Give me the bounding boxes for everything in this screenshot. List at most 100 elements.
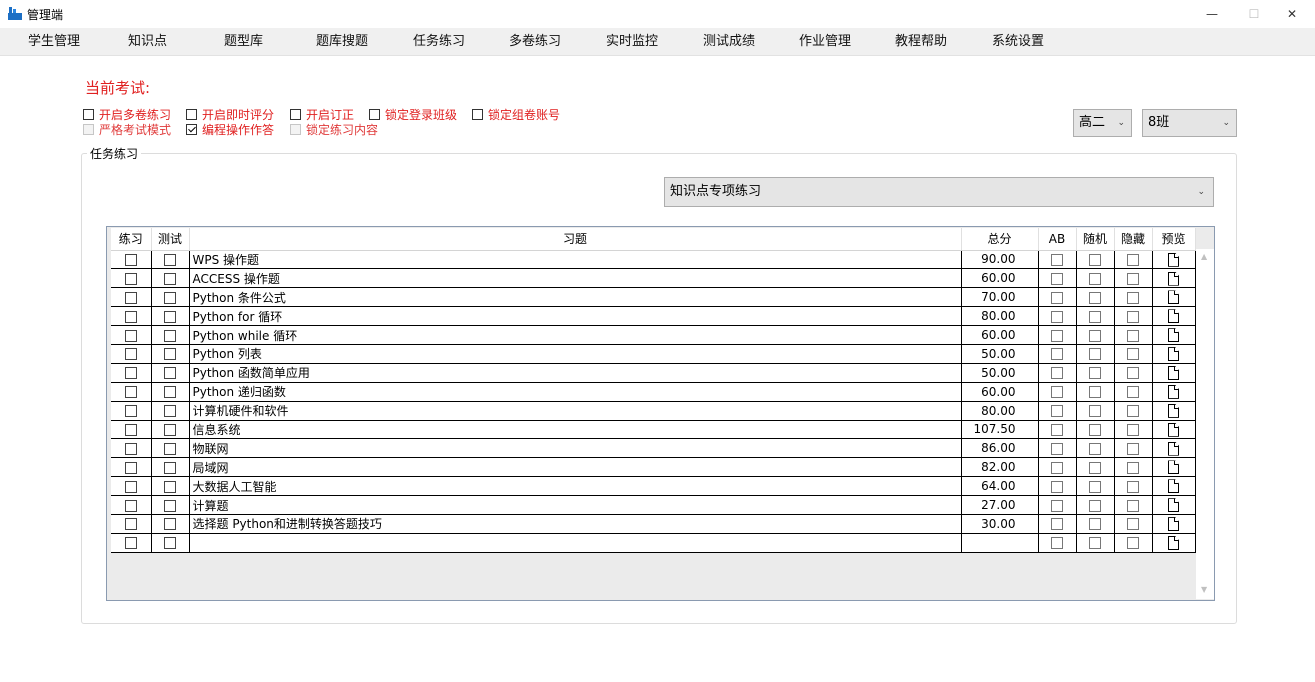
hidden-checkbox[interactable] <box>1127 405 1139 418</box>
table-row[interactable] <box>111 533 1196 553</box>
random-checkbox[interactable] <box>1089 310 1101 323</box>
practice-checkbox[interactable] <box>124 272 137 285</box>
table-row[interactable]: 大数据人工智能 64.00 <box>111 476 1196 497</box>
ab-checkbox[interactable] <box>1051 537 1063 550</box>
test-checkbox[interactable] <box>164 367 176 380</box>
random-checkbox[interactable] <box>1089 272 1101 285</box>
random-checkbox[interactable] <box>1089 329 1101 342</box>
practice-checkbox[interactable] <box>124 405 137 418</box>
random-checkbox[interactable] <box>1089 291 1101 304</box>
document-preview-icon[interactable] <box>1168 441 1179 456</box>
document-preview-icon[interactable] <box>1168 498 1179 513</box>
random-checkbox[interactable] <box>1089 253 1101 266</box>
random-checkbox[interactable] <box>1089 518 1101 531</box>
ab-checkbox[interactable] <box>1051 329 1063 342</box>
document-preview-icon[interactable] <box>1168 328 1179 343</box>
document-preview-icon[interactable] <box>1168 460 1179 475</box>
test-checkbox[interactable] <box>164 423 176 436</box>
hidden-checkbox[interactable] <box>1127 518 1139 531</box>
random-checkbox[interactable] <box>1089 386 1101 399</box>
random-checkbox[interactable] <box>1089 423 1101 436</box>
practice-checkbox[interactable] <box>124 518 137 531</box>
test-checkbox[interactable] <box>164 329 176 342</box>
random-checkbox[interactable] <box>1089 499 1101 512</box>
col-header-exercise[interactable]: 习题 <box>189 228 962 251</box>
option-checkbox[interactable] <box>83 109 94 120</box>
minimize-button[interactable]: — <box>1189 0 1235 28</box>
practice-checkbox[interactable] <box>124 480 137 493</box>
option-checkbox[interactable] <box>369 109 380 120</box>
scroll-down-icon[interactable]: ▼ <box>1201 585 1207 594</box>
practice-checkbox[interactable] <box>124 310 137 323</box>
hidden-checkbox[interactable] <box>1127 367 1139 380</box>
document-preview-icon[interactable] <box>1168 366 1179 381</box>
table-row[interactable]: 计算机硬件和软件 80.00 <box>111 401 1196 421</box>
menu-homework-management[interactable]: 作业管理 <box>799 28 851 56</box>
menu-task-practice[interactable]: 任务练习 <box>413 28 465 56</box>
test-checkbox[interactable] <box>164 480 176 493</box>
random-checkbox[interactable] <box>1089 480 1101 493</box>
random-checkbox[interactable] <box>1089 461 1101 474</box>
test-checkbox[interactable] <box>164 518 176 531</box>
table-row[interactable]: Python 函数简单应用 50.00 <box>111 363 1196 383</box>
test-checkbox[interactable] <box>164 499 176 512</box>
col-header-random[interactable]: 随机 <box>1076 228 1115 251</box>
option-multi-paper[interactable]: 开启多卷练习 <box>83 107 171 122</box>
ab-checkbox[interactable] <box>1051 253 1063 266</box>
ab-checkbox[interactable] <box>1051 272 1063 285</box>
hidden-checkbox[interactable] <box>1127 348 1139 361</box>
document-preview-icon[interactable] <box>1168 479 1179 494</box>
col-header-practice[interactable]: 练习 <box>111 228 152 251</box>
hidden-checkbox[interactable] <box>1127 329 1139 342</box>
table-row[interactable]: 选择题 Python和进制转换答题技巧 30.00 <box>111 514 1196 534</box>
hidden-checkbox[interactable] <box>1127 499 1139 512</box>
menu-test-scores[interactable]: 测试成绩 <box>703 28 755 56</box>
table-row[interactable]: Python 条件公式 70.00 <box>111 287 1196 308</box>
menu-system-settings[interactable]: 系统设置 <box>992 28 1044 56</box>
ab-checkbox[interactable] <box>1051 405 1063 418</box>
hidden-checkbox[interactable] <box>1127 480 1139 493</box>
document-preview-icon[interactable] <box>1168 517 1179 532</box>
hidden-checkbox[interactable] <box>1127 253 1139 266</box>
hidden-checkbox[interactable] <box>1127 310 1139 323</box>
hidden-checkbox[interactable] <box>1127 272 1139 285</box>
practice-checkbox[interactable] <box>124 442 137 455</box>
practice-checkbox[interactable] <box>124 386 137 399</box>
ab-checkbox[interactable] <box>1051 423 1063 436</box>
practice-checkbox[interactable] <box>124 367 137 380</box>
document-preview-icon[interactable] <box>1168 384 1179 399</box>
random-checkbox[interactable] <box>1089 348 1101 361</box>
table-row[interactable]: 信息系统 107.50 <box>111 420 1196 440</box>
test-checkbox[interactable] <box>164 461 176 474</box>
ab-checkbox[interactable] <box>1051 442 1063 455</box>
test-checkbox[interactable] <box>164 310 176 323</box>
table-row[interactable]: Python for 循环 80.00 <box>111 306 1196 327</box>
option-instant-scoring[interactable]: 开启即时评分 <box>186 107 274 122</box>
document-preview-icon[interactable] <box>1168 422 1179 437</box>
test-checkbox[interactable] <box>164 253 176 266</box>
grid-scrollbar[interactable]: ▲ ▼ <box>1196 249 1214 599</box>
option-checkbox[interactable] <box>186 109 197 120</box>
col-header-ab[interactable]: AB <box>1038 228 1077 251</box>
hidden-checkbox[interactable] <box>1127 386 1139 399</box>
practice-type-select[interactable]: 知识点专项练习 ⌄ <box>664 177 1214 207</box>
col-header-preview[interactable]: 预览 <box>1152 228 1196 251</box>
hidden-checkbox[interactable] <box>1127 423 1139 436</box>
class-select[interactable]: 8班 ⌄ <box>1142 109 1237 137</box>
document-preview-icon[interactable] <box>1168 403 1179 418</box>
col-header-total-score[interactable]: 总分 <box>961 228 1039 251</box>
random-checkbox[interactable] <box>1089 405 1101 418</box>
ab-checkbox[interactable] <box>1051 310 1063 323</box>
option-checkbox[interactable] <box>472 109 483 120</box>
test-checkbox[interactable] <box>164 386 176 399</box>
practice-checkbox[interactable] <box>124 291 137 304</box>
option-checkbox[interactable] <box>290 109 301 120</box>
option-programming-answer[interactable]: 编程操作作答 <box>186 122 274 137</box>
document-preview-icon[interactable] <box>1168 290 1179 305</box>
grade-select[interactable]: 高二 ⌄ <box>1073 109 1132 137</box>
practice-checkbox[interactable] <box>124 253 137 266</box>
menu-knowledge-points[interactable]: 知识点 <box>128 28 167 56</box>
ab-checkbox[interactable] <box>1051 518 1063 531</box>
col-header-hidden[interactable]: 隐藏 <box>1114 228 1153 251</box>
table-row[interactable]: WPS 操作题 90.00 <box>111 250 1196 270</box>
